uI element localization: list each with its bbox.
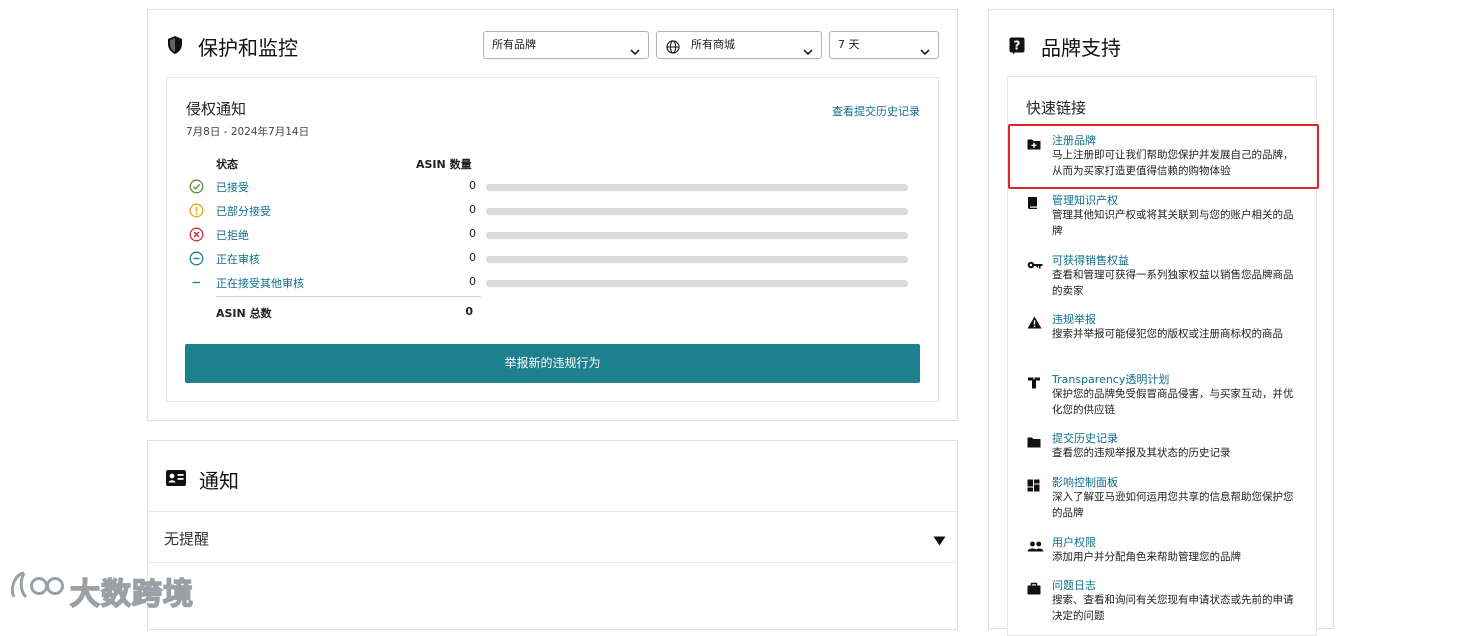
- status-label[interactable]: 正在接受其他审核: [216, 275, 304, 291]
- protection-monitoring-card: 保护和监控 所有品牌 所有商城 7 天 侵权通知 7月8日 - 2024年7月1…: [147, 9, 958, 421]
- status-bar: [486, 184, 908, 191]
- infringement-panel: 侵权通知 7月8日 - 2024年7月14日 查看提交历史记录 状态 ASIN …: [166, 77, 939, 402]
- quick-link-title[interactable]: 影响控制面板: [1052, 474, 1118, 490]
- status-count: 0: [469, 227, 476, 240]
- users-icon: [1027, 537, 1044, 556]
- watermark-text: 大数跨境: [69, 576, 194, 613]
- status-bar: [486, 256, 908, 263]
- warning-triangle-icon: [1027, 314, 1042, 333]
- chevron-down-icon: [803, 40, 813, 66]
- watermark-logo-icon: [8, 567, 66, 609]
- svg-text:?: ?: [1014, 38, 1021, 52]
- notifications-bottom-divider: [148, 562, 957, 563]
- status-row-under-review: 正在审核 0: [186, 247, 926, 271]
- total-label: ASIN 总数: [216, 307, 272, 320]
- brand-support-card: ? 品牌支持 快速链接 注册品牌 马上注册即可让我们帮助您保护并发展自己的品牌，…: [988, 9, 1334, 636]
- status-row-other-review: 正在接受其他审核 0: [186, 271, 926, 295]
- status-row-partially-accepted: 已部分接受 0: [186, 199, 926, 223]
- minus-circle-icon: [189, 251, 204, 270]
- period-filter-value: 7 天: [838, 38, 860, 51]
- quick-link-title[interactable]: 可获得销售权益: [1052, 252, 1129, 268]
- report-violation-button[interactable]: 举报新的违规行为: [185, 344, 920, 383]
- brand-support-title: 品牌支持: [1041, 36, 1121, 60]
- quick-link-desc: 查看您的违规举报及其状态的历史记录: [1052, 447, 1231, 459]
- view-history-link[interactable]: 查看提交历史记录: [832, 103, 920, 119]
- status-row-accepted: 已接受 0: [186, 175, 926, 199]
- quick-link-desc: 搜索并举报可能侵犯您的版权或注册商标权的商品: [1052, 328, 1283, 340]
- total-divider: [216, 296, 481, 297]
- marketplace-filter-value: 所有商城: [691, 38, 735, 51]
- quick-link-desc: 保护您的品牌免受假冒商品侵害，与买家互动，并优化您的供应链: [1052, 388, 1294, 416]
- dash-icon: [189, 275, 204, 294]
- status-label[interactable]: 已部分接受: [216, 203, 271, 219]
- check-circle-icon: [189, 179, 204, 198]
- notifications-card: 通知 无提醒: [147, 440, 958, 630]
- quick-links-title: 快速链接: [1026, 99, 1087, 117]
- status-label[interactable]: 已接受: [216, 179, 249, 195]
- status-count: 0: [469, 203, 476, 216]
- transparency-icon: [1027, 374, 1041, 393]
- status-bar: [486, 208, 908, 215]
- brand-filter-value: 所有品牌: [492, 38, 536, 51]
- quick-link-title[interactable]: 问题日志: [1052, 577, 1096, 593]
- status-list: 已接受 0 已部分接受 0 已拒绝 0 正在审核 0 正在接受其他审核 0: [186, 175, 926, 305]
- folder-icon: [1027, 433, 1041, 452]
- status-count: 0: [469, 179, 476, 192]
- quick-link-desc: 查看和管理可获得一系列独家权益以销售您品牌商品的卖家: [1052, 269, 1294, 297]
- status-row-rejected: 已拒绝 0: [186, 223, 926, 247]
- no-alerts-text: 无提醒: [164, 530, 210, 548]
- quick-link-desc: 搜索、查看和询问有关您现有申请状态或先前的申请决定的问题: [1052, 594, 1294, 622]
- protection-title: 保护和监控: [198, 36, 298, 60]
- chevron-down-icon: [920, 40, 930, 66]
- quick-link-title[interactable]: 管理知识产权: [1052, 192, 1118, 208]
- key-icon: [1027, 255, 1043, 274]
- help-icon: ?: [1009, 35, 1025, 55]
- x-circle-icon: [189, 227, 204, 246]
- triangle-down-icon: [933, 531, 946, 550]
- chevron-down-icon: [630, 40, 640, 66]
- briefcase-icon: [1027, 580, 1041, 599]
- highlight-box: [1008, 124, 1319, 189]
- brand-filter-select[interactable]: 所有品牌: [483, 31, 649, 59]
- quick-link-desc: 添加用户并分配角色来帮助管理您的品牌: [1052, 551, 1241, 563]
- quick-link-title[interactable]: Transparency透明计划: [1052, 371, 1169, 387]
- globe-icon: [666, 38, 680, 64]
- dashboard-icon: [1027, 477, 1040, 496]
- period-filter-select[interactable]: 7 天: [829, 31, 939, 59]
- status-label[interactable]: 已拒绝: [216, 227, 249, 243]
- quick-link-desc: 深入了解亚马逊如何运用您共享的信息帮助您保护您的品牌: [1052, 491, 1294, 519]
- shield-icon: [166, 34, 184, 55]
- count-column-header: ASIN 数量: [416, 158, 472, 171]
- marketplace-filter-select[interactable]: 所有商城: [656, 31, 822, 59]
- status-label[interactable]: 正在审核: [216, 251, 260, 267]
- status-bar: [486, 232, 908, 239]
- id-card-icon: [165, 467, 187, 487]
- book-icon: [1027, 195, 1039, 214]
- no-alerts-row[interactable]: 无提醒: [148, 512, 957, 562]
- status-column-header: 状态: [216, 158, 238, 171]
- status-bar: [486, 280, 908, 287]
- status-count: 0: [469, 275, 476, 288]
- notifications-title: 通知: [199, 469, 239, 493]
- date-range: 7月8日 - 2024年7月14日: [186, 126, 310, 138]
- infringement-title: 侵权通知: [186, 100, 247, 118]
- status-count: 0: [469, 251, 476, 264]
- quick-link-title[interactable]: 违规举报: [1052, 311, 1096, 327]
- quick-link-title[interactable]: 用户权限: [1052, 534, 1096, 550]
- quick-link-title[interactable]: 提交历史记录: [1052, 430, 1118, 446]
- quick-link-desc: 管理其他知识产权或将其关联到与您的账户相关的品牌: [1052, 209, 1294, 237]
- total-value: 0: [465, 305, 473, 318]
- warning-circle-icon: [189, 203, 204, 222]
